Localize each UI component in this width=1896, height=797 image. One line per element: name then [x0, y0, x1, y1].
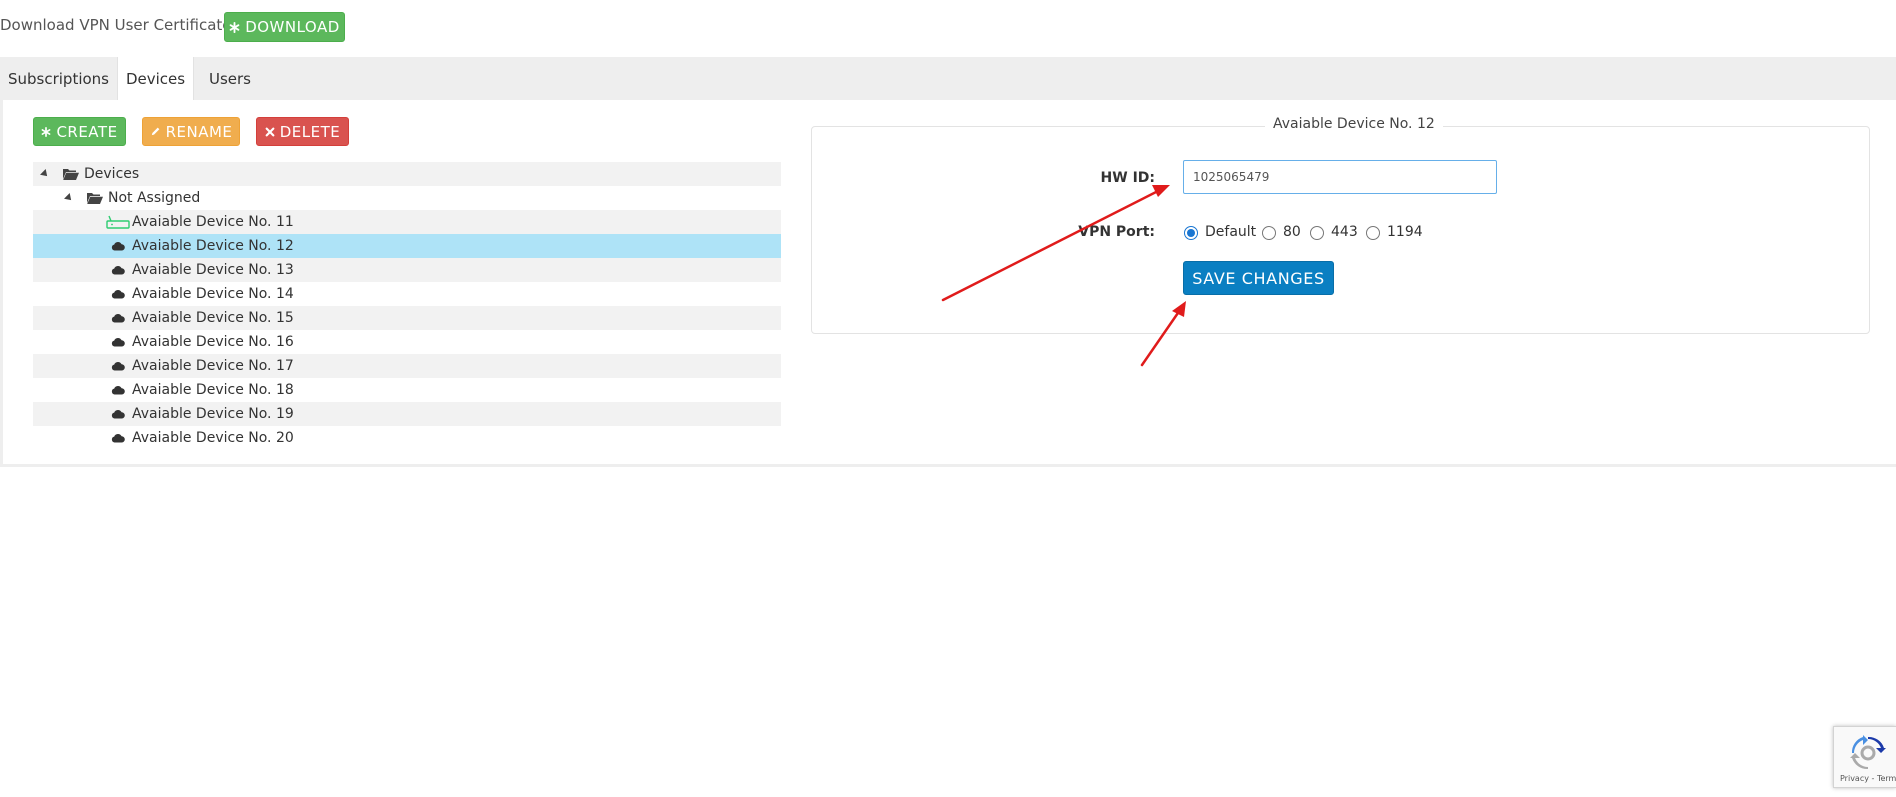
certificate-bar: Download VPN User Certificate: DOWNLOAD — [0, 0, 1896, 57]
tree-item-label: Avaiable Device No. 19 — [132, 406, 294, 422]
asterisk-icon — [229, 21, 240, 33]
cloud-icon — [111, 385, 125, 395]
vpn-port-radio-default[interactable] — [1184, 226, 1198, 240]
tree-group-label: Not Assigned — [108, 190, 201, 206]
hw-id-label: HW ID: — [1100, 170, 1155, 186]
tree-item-label: Avaiable Device No. 15 — [132, 310, 294, 326]
vpn-port-radio-1194[interactable] — [1366, 226, 1380, 240]
recaptcha-terms[interactable]: Privacy - Terms — [1840, 774, 1896, 783]
tree-item-device-16[interactable]: Avaiable Device No. 16 — [33, 330, 781, 354]
tree-item-device-14[interactable]: Avaiable Device No. 14 — [33, 282, 781, 306]
hw-id-input[interactable] — [1183, 160, 1497, 194]
certificate-label: Download VPN User Certificate: — [0, 16, 237, 34]
tree-item-device-20[interactable]: Avaiable Device No. 20 — [33, 426, 781, 450]
recaptcha-icon — [1850, 735, 1886, 775]
tree-item-label: Avaiable Device No. 13 — [132, 262, 294, 278]
device-fieldset-legend: Avaiable Device No. 12 — [1265, 116, 1443, 132]
tab-users-label: Users — [208, 69, 251, 88]
cloud-icon — [111, 337, 125, 347]
tab-devices-label: Devices — [125, 69, 186, 88]
create-button[interactable]: CREATE — [33, 117, 126, 146]
save-changes-button[interactable]: SAVE CHANGES — [1183, 261, 1334, 295]
download-label: DOWNLOAD — [245, 18, 340, 36]
tab-users[interactable]: Users — [194, 57, 266, 100]
tree-item-label: Avaiable Device No. 20 — [132, 430, 294, 446]
tree-item-device-11[interactable]: Avaiable Device No. 11 — [33, 210, 781, 234]
tree-item-label: Avaiable Device No. 18 — [132, 382, 294, 398]
tree-item-label: Avaiable Device No. 17 — [132, 358, 294, 374]
vpn-port-label: VPN Port: — [1078, 224, 1155, 240]
tree-item-device-19[interactable]: Avaiable Device No. 19 — [33, 402, 781, 426]
delete-label: DELETE — [279, 122, 341, 141]
recaptcha-badge[interactable]: Privacy - Terms — [1833, 726, 1896, 788]
cloud-icon — [111, 241, 125, 251]
rename-label: RENAME — [165, 122, 233, 141]
vpn-port-label-443[interactable]: 443 — [1331, 224, 1358, 240]
folder-open-icon — [86, 190, 104, 205]
tab-devices[interactable]: Devices — [117, 57, 194, 100]
cloud-icon — [111, 289, 125, 299]
tree-item-device-13[interactable]: Avaiable Device No. 13 — [33, 258, 781, 282]
tree-item-label: Avaiable Device No. 12 — [132, 238, 294, 254]
vpn-port-label-1194[interactable]: 1194 — [1387, 224, 1423, 240]
collapse-icon[interactable] — [64, 193, 74, 203]
close-icon — [265, 127, 275, 137]
asterisk-icon — [41, 126, 51, 137]
cloud-icon — [111, 313, 125, 323]
tree-group-not-assigned[interactable]: Not Assigned — [33, 186, 781, 210]
create-label: CREATE — [56, 122, 118, 141]
vpn-port-label-default[interactable]: Default — [1205, 224, 1256, 240]
tree-item-label: Avaiable Device No. 16 — [132, 334, 294, 350]
tree-item-device-15[interactable]: Avaiable Device No. 15 — [33, 306, 781, 330]
tree-root-label: Devices — [84, 166, 140, 182]
tab-strip: Subscriptions Devices Users — [0, 57, 1896, 100]
pencil-icon — [150, 126, 161, 137]
collapse-icon[interactable] — [40, 169, 50, 179]
vpn-port-radio-443[interactable] — [1310, 226, 1324, 240]
tab-subscriptions[interactable]: Subscriptions — [0, 57, 117, 100]
tree-item-device-12[interactable]: Avaiable Device No. 12 — [33, 234, 781, 258]
vpn-port-radio-80[interactable] — [1262, 226, 1276, 240]
download-button[interactable]: DOWNLOAD — [224, 12, 345, 42]
folder-open-icon — [62, 166, 80, 181]
tree-item-device-17[interactable]: Avaiable Device No. 17 — [33, 354, 781, 378]
cloud-icon — [111, 433, 125, 443]
tree-item-device-18[interactable]: Avaiable Device No. 18 — [33, 378, 781, 402]
tree-item-label: Avaiable Device No. 11 — [132, 214, 294, 230]
router-icon — [106, 215, 130, 229]
tree-root-devices[interactable]: Devices — [33, 162, 781, 186]
save-changes-label: SAVE CHANGES — [1192, 268, 1325, 288]
cloud-icon — [111, 361, 125, 371]
tree-item-label: Avaiable Device No. 14 — [132, 286, 294, 302]
rename-button[interactable]: RENAME — [142, 117, 240, 146]
delete-button[interactable]: DELETE — [256, 117, 349, 146]
tab-subscriptions-label: Subscriptions — [7, 69, 109, 88]
cloud-icon — [111, 409, 125, 419]
cloud-icon — [111, 265, 125, 275]
vpn-port-label-80[interactable]: 80 — [1283, 224, 1301, 240]
